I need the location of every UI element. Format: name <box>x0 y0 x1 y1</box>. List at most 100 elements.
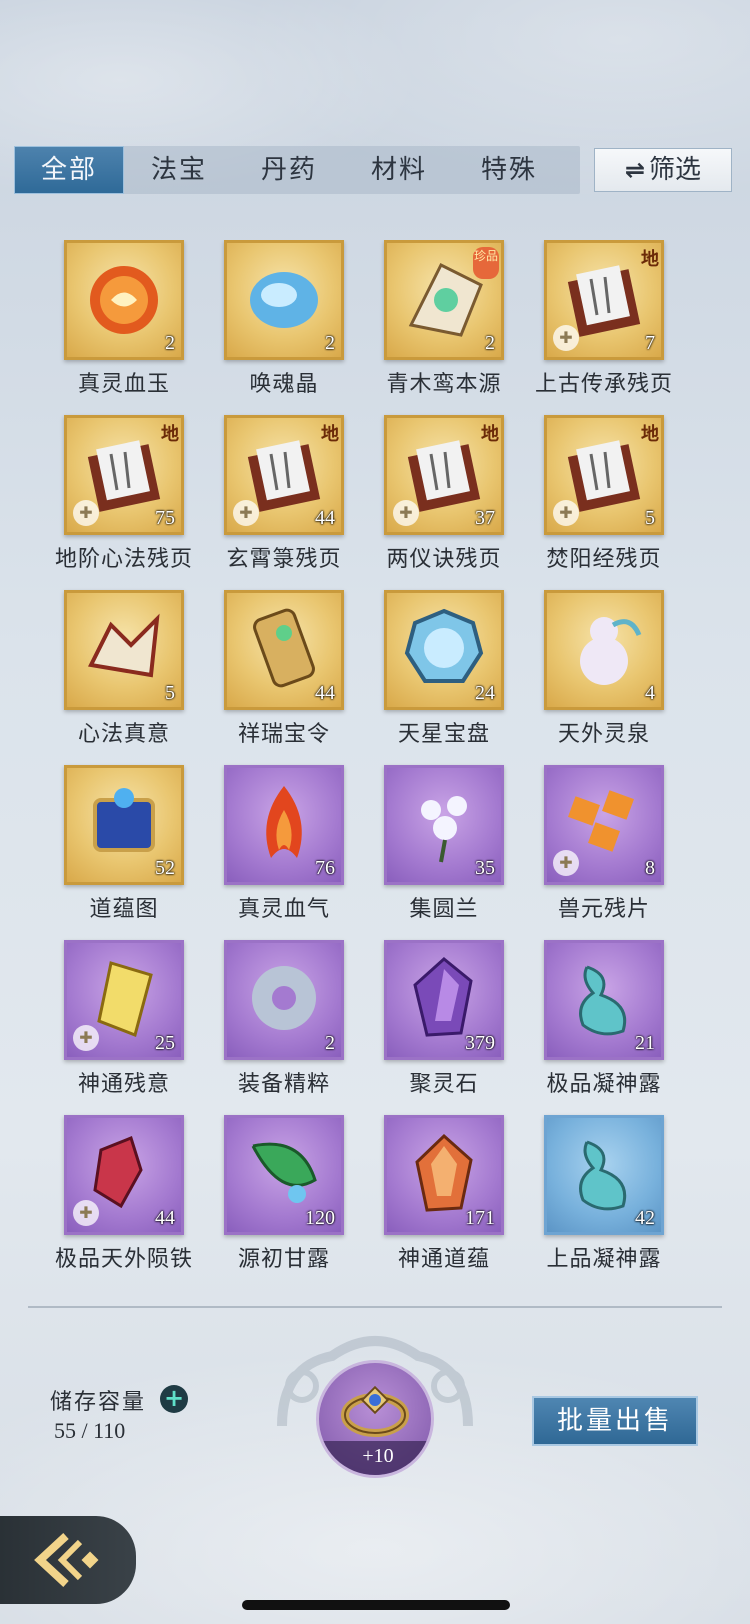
filter-button[interactable]: ⇌ 筛选 <box>594 148 732 192</box>
item-name: 极品凝神露 <box>546 1072 662 1097</box>
item-card[interactable]: 171 <box>384 1115 504 1235</box>
item-card[interactable]: 44 <box>224 590 344 710</box>
inventory-item[interactable]: 2 唤魂晶 <box>210 240 374 408</box>
soul-crystal-icon <box>250 272 318 328</box>
inventory-item[interactable]: 4 天外灵泉 <box>530 590 694 758</box>
item-count: 379 <box>465 1032 495 1054</box>
item-card[interactable]: 地 ✚ 5 <box>544 415 664 535</box>
inventory-item[interactable]: 42 上品凝神露 <box>530 1115 694 1283</box>
item-card[interactable]: ✚ 25 <box>64 940 184 1060</box>
inventory-item[interactable]: ✚ 8 兽元残片 <box>530 765 694 933</box>
inventory-item[interactable]: 地 ✚ 75 地阶心法残页 <box>50 415 214 583</box>
item-card[interactable]: 35 <box>384 765 504 885</box>
tab-treasure[interactable]: 法宝 <box>124 146 234 194</box>
item-card[interactable]: 42 <box>544 1115 664 1235</box>
inventory-item[interactable]: 地 ✚ 44 玄霄箓残页 <box>210 415 374 583</box>
back-button[interactable] <box>0 1516 136 1604</box>
item-card[interactable]: 2 <box>224 240 344 360</box>
item-card[interactable]: 52 <box>64 765 184 885</box>
item-count: 5 <box>165 682 175 704</box>
inventory-item[interactable]: 24 天星宝盘 <box>370 590 534 758</box>
tab-materials[interactable]: 材料 <box>344 146 454 194</box>
puzzle-piece-icon: ✚ <box>553 850 579 876</box>
item-card[interactable]: 珍品 2 <box>384 240 504 360</box>
item-card[interactable]: ✚ 44 <box>64 1115 184 1235</box>
item-card[interactable]: 地 ✚ 7 <box>544 240 664 360</box>
item-card[interactable]: 2 <box>224 940 344 1060</box>
item-count: 171 <box>465 1207 495 1229</box>
inventory-item[interactable]: 379 聚灵石 <box>370 940 534 1108</box>
item-name: 集圆兰 <box>409 897 479 922</box>
grade-badge: 地 <box>161 424 179 445</box>
bulk-sell-button[interactable]: 批量出售 <box>532 1396 698 1446</box>
item-card[interactable]: 4 <box>544 590 664 710</box>
item-count: 44 <box>315 682 335 704</box>
blood-flame-icon <box>266 786 302 858</box>
spirit-stone-icon <box>413 957 473 1037</box>
item-card[interactable]: 5 <box>64 590 184 710</box>
inventory-item[interactable]: 35 集圆兰 <box>370 765 534 933</box>
grade-badge: 地 <box>481 424 499 445</box>
item-count: 37 <box>475 507 495 529</box>
inventory-item[interactable]: 2 装备精粹 <box>210 940 374 1108</box>
item-count: 21 <box>635 1032 655 1054</box>
back-arrow-icon <box>34 1533 99 1587</box>
item-name: 两仪诀残页 <box>386 547 502 572</box>
item-card[interactable]: 120 <box>224 1115 344 1235</box>
ring-bonus: +10 <box>319 1441 431 1475</box>
item-card[interactable]: 379 <box>384 940 504 1060</box>
item-name: 源初甘露 <box>237 1247 330 1272</box>
inventory-item[interactable]: 52 道蕴图 <box>50 765 214 933</box>
inventory-item[interactable]: 地 ✚ 5 焚阳经残页 <box>530 415 694 583</box>
inventory-item[interactable]: ✚ 25 神通残意 <box>50 940 214 1108</box>
puzzle-piece-icon: ✚ <box>73 1200 99 1226</box>
item-card[interactable]: 76 <box>224 765 344 885</box>
puzzle-piece-icon: ✚ <box>73 500 99 526</box>
item-count: 44 <box>155 1207 175 1229</box>
tab-all[interactable]: 全部 <box>14 146 124 194</box>
puzzle-piece-icon: ✚ <box>553 500 579 526</box>
tab-pills[interactable]: 丹药 <box>234 146 344 194</box>
dew-vase-icon <box>579 1140 627 1211</box>
item-count: 2 <box>485 332 495 354</box>
inventory-item[interactable]: 21 极品凝神露 <box>530 940 694 1108</box>
item-card[interactable]: 地 ✚ 37 <box>384 415 504 535</box>
item-name: 神通道蕴 <box>397 1247 490 1272</box>
inventory-item[interactable]: 171 神通道蕴 <box>370 1115 534 1283</box>
item-name: 神通残意 <box>77 1072 170 1097</box>
item-name: 天外灵泉 <box>557 722 650 747</box>
amber-crystal-icon <box>415 1133 473 1212</box>
item-card[interactable]: 24 <box>384 590 504 710</box>
item-name: 心法真意 <box>77 722 170 747</box>
inventory-item[interactable]: 地 ✚ 37 两仪诀残页 <box>370 415 534 583</box>
puzzle-piece-icon: ✚ <box>233 500 259 526</box>
inventory-item[interactable]: 5 心法真意 <box>50 590 214 758</box>
item-card[interactable]: 地 ✚ 44 <box>224 415 344 535</box>
inventory-item[interactable]: 44 祥瑞宝令 <box>210 590 374 758</box>
category-tabs: 全部 法宝 丹药 材料 特殊 <box>14 146 580 194</box>
item-card[interactable]: 21 <box>544 940 664 1060</box>
jade-ring-icon <box>252 966 316 1030</box>
item-card[interactable]: 地 ✚ 75 <box>64 415 184 535</box>
tab-special[interactable]: 特殊 <box>454 146 564 194</box>
inventory-item[interactable]: 120 源初甘露 <box>210 1115 374 1283</box>
storage-ring-button[interactable]: +10 <box>316 1360 434 1478</box>
token-icon <box>253 608 315 688</box>
inventory-item[interactable]: 2 真灵血玉 <box>50 240 214 408</box>
item-count: 2 <box>325 332 335 354</box>
item-name: 焚阳经残页 <box>546 547 662 572</box>
item-name: 地阶心法残页 <box>54 547 193 572</box>
item-name: 天星宝盘 <box>397 722 490 747</box>
inventory-item[interactable]: 76 真灵血气 <box>210 765 374 933</box>
item-name: 真灵血玉 <box>77 372 170 397</box>
red-jade-icon <box>90 266 158 334</box>
inventory-item[interactable]: 地 ✚ 7 上古传承残页 <box>530 240 694 408</box>
item-card[interactable]: ✚ 8 <box>544 765 664 885</box>
inventory-item[interactable]: ✚ 44 极品天外陨铁 <box>50 1115 214 1283</box>
item-count: 8 <box>645 857 655 879</box>
item-card[interactable]: 2 <box>64 240 184 360</box>
swap-arrows-icon: ⇌ <box>624 156 646 184</box>
expand-storage-plus-icon[interactable]: + <box>160 1385 188 1413</box>
grade-badge: 地 <box>321 424 339 445</box>
inventory-item[interactable]: 珍品 2 青木鸾本源 <box>370 240 534 408</box>
